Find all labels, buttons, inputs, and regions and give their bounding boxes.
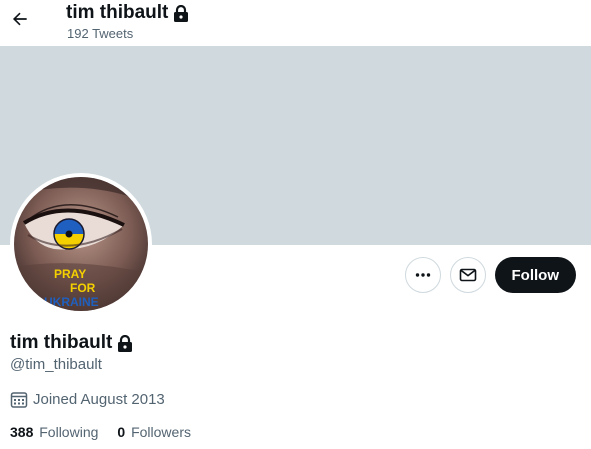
followers-link[interactable]: 0 Followers — [117, 424, 191, 441]
avatar[interactable]: PRAY FOR UKRAINE — [10, 173, 152, 315]
follow-stats: 388 Following 0 Followers — [10, 424, 191, 441]
joined-text: Joined August 2013 — [33, 391, 165, 408]
arrow-left-icon — [12, 12, 27, 26]
display-name-text: tim thibault — [10, 332, 113, 353]
lock-icon — [174, 4, 189, 22]
avatar-text-for: FOR — [70, 281, 96, 295]
following-count: 388 — [10, 424, 34, 440]
calendar-icon — [10, 392, 28, 408]
following-label: Following — [39, 424, 99, 440]
avatar-image: PRAY FOR UKRAINE — [14, 177, 148, 311]
envelope-icon — [459, 268, 476, 282]
profile-handle: @tim_thibault — [10, 356, 102, 373]
profile-actions: Follow — [404, 257, 576, 293]
message-button[interactable] — [449, 257, 486, 293]
avatar-text-ukraine: UKRAINE — [44, 295, 99, 309]
followers-label: Followers — [131, 424, 191, 440]
header-display-name: tim thibault — [66, 2, 169, 23]
avatar-text-pray: PRAY — [54, 267, 86, 281]
followers-count: 0 — [117, 424, 126, 440]
following-link[interactable]: 388 Following — [10, 424, 98, 441]
more-button[interactable] — [404, 257, 441, 293]
top-header: tim thibault 192 Tweets — [0, 0, 591, 46]
back-button[interactable] — [4, 3, 36, 35]
tweet-count: 192 Tweets — [67, 26, 134, 41]
joined-date: Joined August 2013 — [10, 391, 165, 409]
header-title: tim thibault — [66, 2, 189, 24]
lock-icon — [118, 334, 133, 352]
more-horizontal-icon — [415, 273, 430, 277]
profile-display-name: tim thibault — [10, 331, 133, 355]
follow-button[interactable]: Follow — [494, 257, 576, 293]
